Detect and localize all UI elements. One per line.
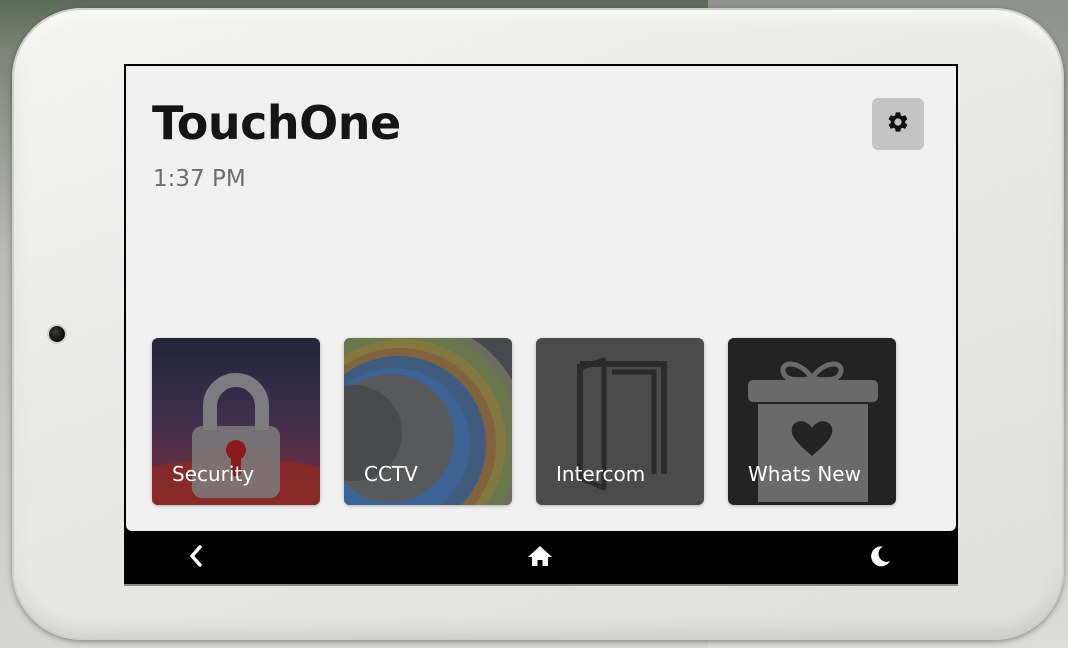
tile-intercom[interactable]: Intercom xyxy=(536,338,704,505)
tile-label: Intercom xyxy=(556,462,646,486)
home-icon xyxy=(527,545,553,571)
moon-icon xyxy=(869,545,891,571)
tile-label: Whats New xyxy=(748,462,861,486)
tile-label: Security xyxy=(172,462,255,486)
gear-icon xyxy=(886,110,910,138)
screen-edge xyxy=(124,584,958,586)
app-title: TouchOne xyxy=(152,96,401,150)
tile-cctv[interactable]: CCTV xyxy=(344,338,512,505)
front-camera xyxy=(49,326,65,342)
sleep-button[interactable] xyxy=(850,531,910,584)
tile-label: CCTV xyxy=(364,462,418,486)
tile-whats-new[interactable]: Whats New xyxy=(728,338,896,505)
chevron-left-icon xyxy=(188,544,204,571)
navigation-bar xyxy=(124,531,958,584)
tablet-screen: TouchOne 1:37 PM Security CCTV Intercom … xyxy=(124,64,958,586)
home-button[interactable] xyxy=(510,531,570,584)
clock-time: 1:37 PM xyxy=(153,166,246,192)
tile-security[interactable]: Security xyxy=(152,338,320,505)
home-screen: TouchOne 1:37 PM Security CCTV Intercom … xyxy=(126,66,956,531)
back-button[interactable] xyxy=(166,531,226,584)
settings-button[interactable] xyxy=(872,98,924,150)
